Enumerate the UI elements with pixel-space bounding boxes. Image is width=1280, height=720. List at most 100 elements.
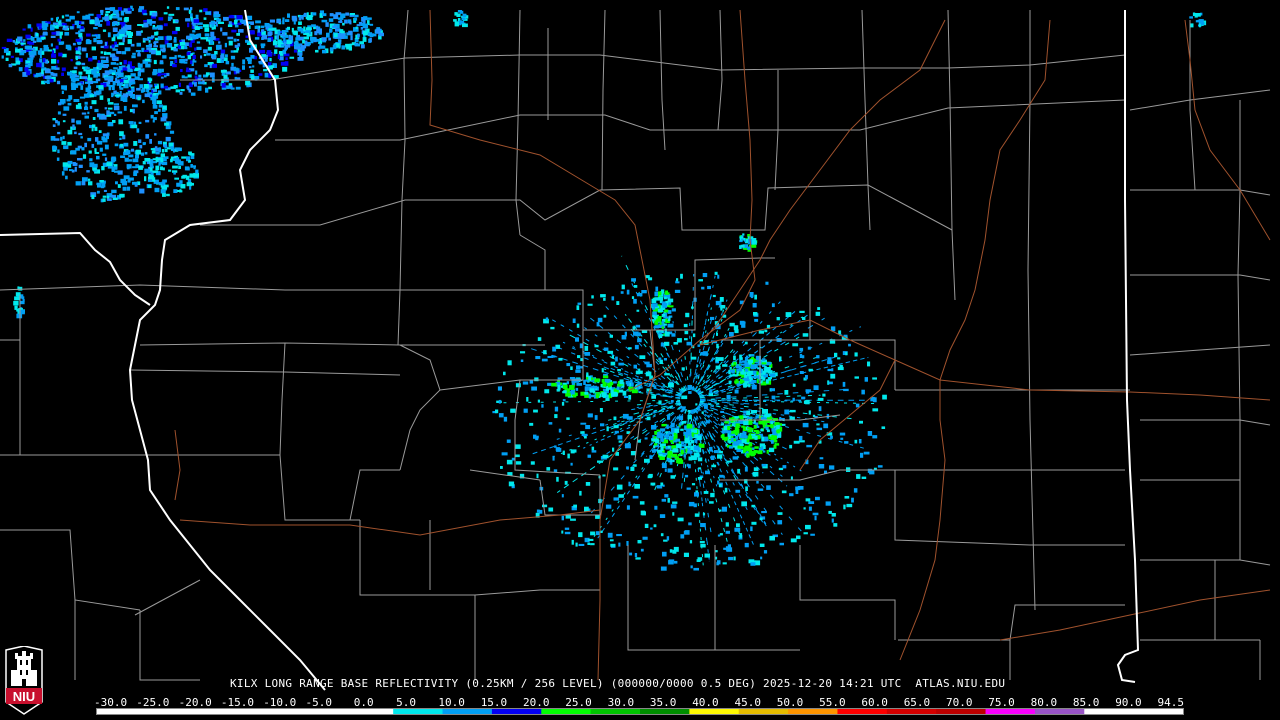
echo-cell xyxy=(102,195,107,198)
echo-cell xyxy=(680,534,685,539)
echo-cell xyxy=(111,44,115,48)
echo-cell xyxy=(230,14,233,18)
echo-cell xyxy=(624,443,631,449)
echo-cell xyxy=(208,86,212,90)
echo-cell xyxy=(556,476,559,482)
echo-cell xyxy=(751,238,757,243)
echo-cell xyxy=(577,355,581,359)
echo-cell xyxy=(245,39,249,43)
echo-cell xyxy=(179,180,183,184)
echo-cell xyxy=(67,46,72,51)
echo-cell xyxy=(116,51,122,54)
echo-cell xyxy=(662,551,667,557)
echo-cell xyxy=(563,390,567,394)
echo-cell xyxy=(815,311,821,316)
echo-cell xyxy=(751,375,758,379)
echo-cell xyxy=(31,47,36,51)
echo-cell xyxy=(98,64,102,69)
echo-cell xyxy=(793,440,800,444)
echo-cell xyxy=(570,449,577,453)
echo-cell xyxy=(62,120,66,123)
echo-cell xyxy=(817,307,821,310)
echo-cell xyxy=(830,435,833,439)
echo-cell xyxy=(72,162,76,166)
echo-cell xyxy=(93,37,97,43)
echo-cell xyxy=(816,355,820,359)
echo-cell xyxy=(500,466,503,469)
echo-cell xyxy=(146,54,152,59)
echo-cell xyxy=(106,56,109,62)
echo-cell xyxy=(73,66,78,70)
echo-cell xyxy=(254,37,260,40)
echo-cell xyxy=(220,69,227,73)
echo-cell xyxy=(696,559,701,562)
echo-cell xyxy=(154,187,160,193)
echo-cell xyxy=(50,35,56,38)
echo-cell xyxy=(152,99,157,105)
echo-cell xyxy=(657,316,662,321)
echo-cell xyxy=(667,497,670,503)
echo-cell xyxy=(188,151,192,155)
echo-cell xyxy=(100,56,106,59)
echo-cell xyxy=(771,395,776,400)
echo-cell xyxy=(612,381,617,384)
echo-cell xyxy=(618,542,621,547)
echo-cell xyxy=(155,50,161,56)
echo-cell xyxy=(861,476,867,479)
echo-cell xyxy=(632,495,639,499)
echo-cell xyxy=(728,556,734,561)
echo-cell xyxy=(111,85,115,90)
echo-cell xyxy=(626,505,630,510)
echo-cell xyxy=(726,460,733,463)
echo-cell xyxy=(745,486,748,491)
echo-cell xyxy=(206,53,211,56)
echo-cell xyxy=(298,21,302,25)
echo-cell xyxy=(99,180,104,183)
echo-cell xyxy=(42,22,49,27)
echo-cell xyxy=(651,303,658,308)
echo-cell xyxy=(555,447,560,451)
echo-cell xyxy=(653,385,657,389)
echo-cell xyxy=(547,382,552,386)
echo-cell xyxy=(194,81,197,87)
echo-cell xyxy=(561,401,565,406)
echo-cell xyxy=(128,177,134,181)
echo-cell xyxy=(81,47,87,52)
echo-cell xyxy=(747,359,754,363)
echo-cell xyxy=(645,371,652,377)
echo-cell xyxy=(259,49,265,54)
echo-cell xyxy=(131,55,136,59)
echo-cell xyxy=(141,152,145,156)
echo-cell xyxy=(211,27,214,30)
echo-cell xyxy=(757,450,763,455)
echo-cell xyxy=(660,566,667,571)
echo-cell xyxy=(100,115,107,120)
echo-cell xyxy=(102,198,106,202)
echo-cell xyxy=(76,120,82,125)
echo-cell xyxy=(688,501,695,507)
echo-cell xyxy=(736,523,740,528)
echo-cell xyxy=(677,454,681,457)
echo-cell xyxy=(157,68,162,73)
echo-cell xyxy=(342,22,345,26)
echo-cell xyxy=(106,81,111,85)
echo-cell xyxy=(115,181,118,185)
echo-cell xyxy=(657,435,663,439)
echo-cell xyxy=(719,474,724,478)
echo-cell xyxy=(369,37,372,43)
echo-cell xyxy=(856,474,861,479)
echo-cell xyxy=(82,154,87,159)
echo-cell xyxy=(766,429,770,433)
echo-cell xyxy=(789,444,793,449)
echo-cell xyxy=(710,492,715,498)
echo-cell xyxy=(779,542,784,546)
echo-cell xyxy=(192,30,196,33)
echo-cell xyxy=(79,75,82,79)
echo-cell xyxy=(159,44,166,48)
echo-cell xyxy=(652,311,656,315)
echo-cell xyxy=(337,17,344,20)
echo-cell xyxy=(765,281,769,285)
echo-cell xyxy=(602,382,607,387)
echo-cell xyxy=(744,445,750,449)
echo-cell xyxy=(594,415,598,420)
